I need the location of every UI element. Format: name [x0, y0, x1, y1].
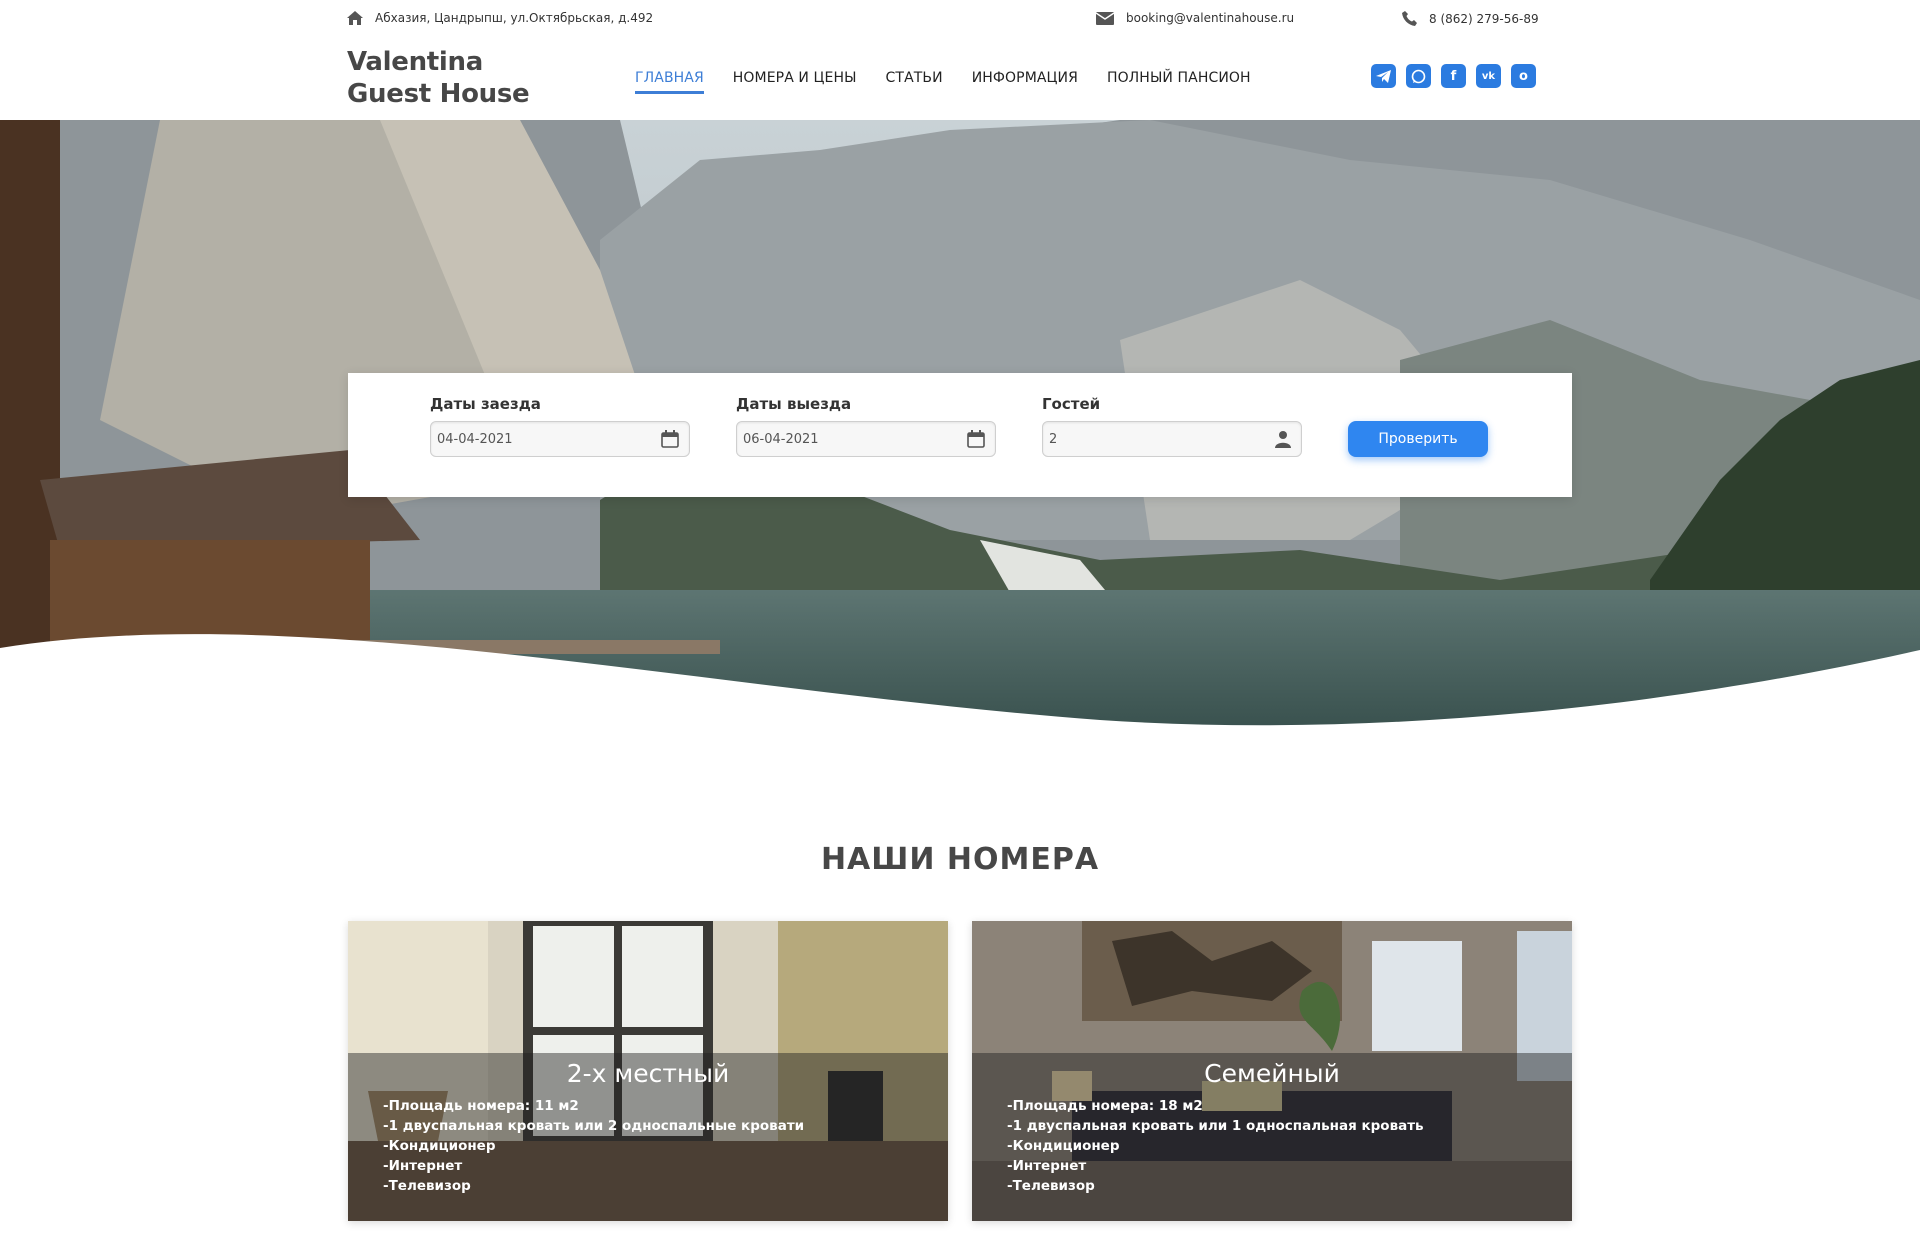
room-feature: -1 двуспальная кровать или 2 односпальны…	[383, 1118, 805, 1134]
checkout-input-box[interactable]	[736, 421, 996, 457]
checkin-input-box[interactable]	[430, 421, 690, 457]
home-icon	[347, 11, 363, 25]
ok-icon[interactable]: o	[1511, 64, 1536, 88]
facebook-icon[interactable]: f	[1441, 64, 1466, 88]
email-text[interactable]: booking@valentinahouse.ru	[1126, 11, 1294, 25]
phone[interactable]: 8 (862) 279-56-89	[1402, 11, 1539, 26]
room-feature: -Телевизор	[1007, 1178, 1095, 1194]
email[interactable]: booking@valentinahouse.ru	[1096, 11, 1294, 25]
booking-form: Даты заезда Даты выезда Гостей Проверить	[348, 373, 1572, 497]
check-availability-button[interactable]: Проверить	[1348, 421, 1488, 457]
header: Valentina Guest House ГЛАВНАЯ НОМЕРА И Ц…	[0, 42, 1920, 120]
room-features: -Площадь номера: 18 м2 -1 двуспальная кр…	[1007, 1096, 1424, 1196]
room-feature: -Телевизор	[383, 1178, 471, 1194]
checkin-label: Даты заезда	[430, 395, 541, 413]
guests-label: Гостей	[1042, 395, 1101, 413]
checkin-field: Даты заезда	[430, 395, 690, 457]
room-card-double[interactable]: 2-х местный -Площадь номера: 11 м2 -1 дв…	[348, 921, 948, 1221]
checkout-label: Даты выезда	[736, 395, 852, 413]
main-nav: ГЛАВНАЯ НОМЕРА И ЦЕНЫ СТАТЬИ ИНФОРМАЦИЯ …	[635, 70, 1280, 94]
room-card-family[interactable]: Семейный -Площадь номера: 18 м2 -1 двусп…	[972, 921, 1572, 1221]
nav-item-articles[interactable]: СТАТЬИ	[886, 70, 943, 94]
room-feature: -Интернет	[1007, 1158, 1087, 1174]
room-features: -Площадь номера: 11 м2 -1 двуспальная кр…	[383, 1096, 804, 1196]
room-feature: -Площадь номера: 18 м2	[1007, 1098, 1203, 1114]
checkin-input[interactable]	[431, 422, 631, 456]
checkout-field: Даты выезда	[736, 395, 996, 457]
nav-item-information[interactable]: ИНФОРМАЦИЯ	[972, 70, 1078, 94]
mail-icon	[1096, 11, 1114, 25]
room-title: Семейный	[1204, 1059, 1340, 1088]
calendar-icon[interactable]	[967, 430, 985, 448]
room-title: 2-х местный	[566, 1059, 730, 1088]
logo-line-1: Valentina	[347, 47, 483, 77]
phone-text[interactable]: 8 (862) 279-56-89	[1429, 12, 1539, 26]
hero-banner: Даты заезда Даты выезда Гостей Проверить	[0, 120, 1920, 770]
room-feature: -Интернет	[383, 1158, 463, 1174]
whatsapp-icon[interactable]	[1406, 64, 1431, 88]
nav-item-rooms-prices[interactable]: НОМЕРА И ЦЕНЫ	[733, 70, 857, 94]
address: Абхазия, Цандрыпш, ул.Октябрьская, д.492	[347, 11, 653, 25]
phone-icon	[1402, 11, 1417, 26]
checkout-input[interactable]	[737, 422, 937, 456]
nav-item-home[interactable]: ГЛАВНАЯ	[635, 70, 704, 94]
guests-input-box[interactable]	[1042, 421, 1302, 457]
calendar-icon[interactable]	[661, 430, 679, 448]
social-links: f vk o	[1371, 64, 1546, 88]
top-info-bar: Абхазия, Цандрыпш, ул.Октябрьская, д.492…	[0, 0, 1920, 42]
room-feature: -Площадь номера: 11 м2	[383, 1098, 579, 1114]
address-text: Абхазия, Цандрыпш, ул.Октябрьская, д.492	[375, 11, 654, 25]
vk-icon[interactable]: vk	[1476, 64, 1501, 88]
guests-input[interactable]	[1043, 422, 1243, 456]
nav-item-full-board[interactable]: ПОЛНЫЙ ПАНСИОН	[1107, 70, 1251, 94]
room-feature: -1 двуспальная кровать или 1 односпальна…	[1007, 1118, 1424, 1134]
guests-field: Гостей	[1042, 395, 1302, 457]
telegram-icon[interactable]	[1371, 64, 1396, 88]
user-icon	[1275, 431, 1291, 448]
site-logo[interactable]: Valentina Guest House	[347, 46, 530, 110]
room-feature: -Кондиционер	[1007, 1138, 1120, 1154]
room-feature: -Кондиционер	[383, 1138, 496, 1154]
rooms-section-title: НАШИ НОМЕРА	[820, 842, 1100, 877]
logo-line-2: Guest House	[347, 79, 530, 109]
